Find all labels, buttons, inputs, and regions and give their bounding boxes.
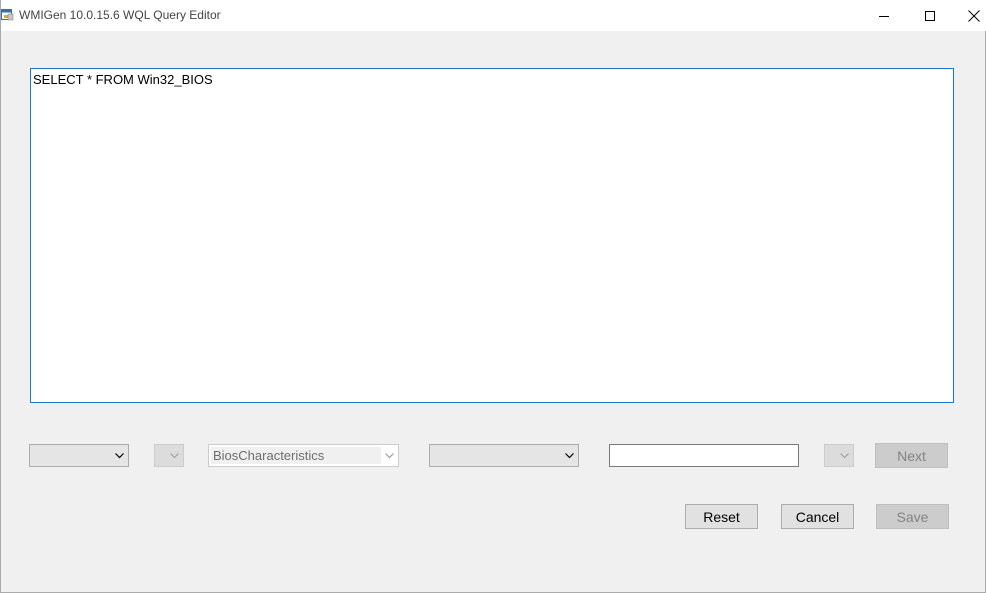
close-icon bbox=[968, 9, 980, 22]
cancel-button[interactable]: Cancel bbox=[781, 504, 854, 529]
value-input[interactable] bbox=[609, 444, 799, 467]
query-editor-window: WMIGen 10.0.15.6 WQL Query Editor SELECT… bbox=[0, 0, 986, 593]
next-button[interactable]: Next bbox=[875, 443, 948, 468]
window-title: WMIGen 10.0.15.6 WQL Query Editor bbox=[19, 8, 221, 22]
save-button[interactable]: Save bbox=[876, 504, 949, 529]
maximize-button[interactable] bbox=[907, 0, 953, 31]
chevron-down-icon bbox=[166, 445, 183, 466]
class-combo[interactable] bbox=[29, 444, 129, 467]
operator-combo[interactable] bbox=[154, 444, 184, 467]
app-window-icon bbox=[1, 8, 14, 22]
property-combo[interactable]: BiosCharacteristics bbox=[208, 444, 399, 467]
minimize-icon bbox=[879, 11, 889, 21]
title-bar[interactable]: WMIGen 10.0.15.6 WQL Query Editor bbox=[1, 0, 986, 31]
maximize-icon bbox=[925, 10, 935, 21]
minimize-button[interactable] bbox=[861, 0, 907, 31]
reset-button[interactable]: Reset bbox=[685, 504, 758, 529]
property-combo-value: BiosCharacteristics bbox=[211, 447, 381, 464]
query-text-editor[interactable] bbox=[30, 68, 954, 403]
logic-combo[interactable] bbox=[824, 444, 854, 467]
comparison-combo[interactable] bbox=[429, 444, 579, 467]
chevron-down-icon bbox=[111, 445, 128, 466]
chevron-down-icon bbox=[381, 445, 398, 466]
chevron-down-icon bbox=[561, 445, 578, 466]
close-button[interactable] bbox=[951, 0, 986, 31]
chevron-down-icon bbox=[836, 445, 853, 466]
